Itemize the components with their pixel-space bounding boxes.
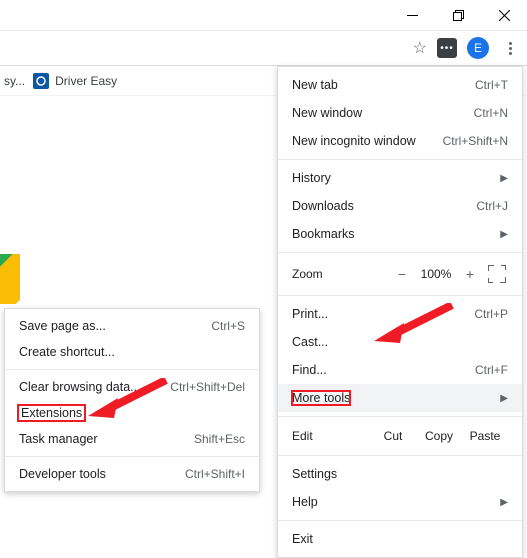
cut-button[interactable]: Cut	[370, 429, 416, 443]
menu-new-tab[interactable]: New tabCtrl+T	[278, 71, 522, 99]
menu-print[interactable]: Print...Ctrl+P	[278, 300, 522, 328]
annotation-highlight: More tools	[292, 391, 350, 405]
menu-bookmarks[interactable]: Bookmarks▶	[278, 220, 522, 248]
menu-find[interactable]: Find...Ctrl+F	[278, 356, 522, 384]
menu-edit-row: Edit Cut Copy Paste	[278, 421, 522, 451]
zoom-out-button[interactable]: −	[390, 266, 414, 282]
menu-separator	[278, 416, 522, 417]
browser-toolbar: ☆ ••• E	[0, 30, 527, 66]
zoom-value: 100%	[414, 267, 458, 281]
maximize-button[interactable]	[435, 0, 481, 30]
menu-separator	[5, 456, 259, 457]
more-tools-submenu: Save page as...Ctrl+S Create shortcut...…	[4, 308, 260, 492]
bookmark-star-icon[interactable]: ☆	[413, 38, 427, 58]
submenu-task-manager[interactable]: Task managerShift+Esc	[5, 426, 259, 452]
chrome-main-menu: New tabCtrl+T New windowCtrl+N New incog…	[277, 66, 523, 558]
profile-avatar[interactable]: E	[467, 37, 489, 59]
submenu-dev-tools[interactable]: Developer toolsCtrl+Shift+I	[5, 461, 259, 487]
menu-separator	[278, 295, 522, 296]
menu-exit[interactable]: Exit	[278, 525, 522, 553]
chevron-right-icon: ▶	[500, 497, 508, 508]
page-content-sliver	[0, 254, 20, 304]
chevron-right-icon: ▶	[500, 393, 508, 404]
paste-button[interactable]: Paste	[462, 429, 508, 443]
menu-separator	[278, 520, 522, 521]
menu-separator	[5, 369, 259, 370]
window-titlebar	[0, 0, 527, 30]
menu-button[interactable]	[499, 37, 521, 59]
bookmark-item-driver-easy[interactable]: Driver Easy	[33, 73, 117, 89]
fullscreen-icon[interactable]	[486, 263, 508, 285]
copy-button[interactable]: Copy	[416, 429, 462, 443]
submenu-save-page[interactable]: Save page as...Ctrl+S	[5, 313, 259, 339]
bookmark-label: Driver Easy	[55, 74, 117, 88]
menu-zoom-row: Zoom − 100% +	[278, 257, 522, 291]
submenu-extensions[interactable]: Extensions	[5, 400, 259, 426]
zoom-label: Zoom	[292, 267, 390, 281]
driver-easy-icon	[33, 73, 49, 89]
submenu-create-shortcut[interactable]: Create shortcut...	[5, 339, 259, 365]
menu-new-window[interactable]: New windowCtrl+N	[278, 99, 522, 127]
menu-cast[interactable]: Cast...	[278, 328, 522, 356]
menu-more-tools[interactable]: More tools ▶	[278, 384, 522, 412]
zoom-in-button[interactable]: +	[458, 266, 482, 282]
annotation-highlight: Extensions	[19, 406, 84, 420]
menu-incognito[interactable]: New incognito windowCtrl+Shift+N	[278, 127, 522, 155]
bookmark-item[interactable]: sy...	[4, 74, 25, 88]
extension-badge[interactable]: •••	[437, 38, 457, 58]
menu-separator	[278, 252, 522, 253]
menu-settings[interactable]: Settings	[278, 460, 522, 488]
chevron-right-icon: ▶	[500, 229, 508, 240]
chevron-right-icon: ▶	[500, 173, 508, 184]
edit-label: Edit	[292, 429, 370, 443]
menu-separator	[278, 159, 522, 160]
bookmark-label: sy...	[4, 74, 25, 88]
menu-history[interactable]: History▶	[278, 164, 522, 192]
minimize-button[interactable]	[389, 0, 435, 30]
menu-help[interactable]: Help▶	[278, 488, 522, 516]
menu-separator	[278, 455, 522, 456]
submenu-clear-data[interactable]: Clear browsing data...Ctrl+Shift+Del	[5, 374, 259, 400]
menu-downloads[interactable]: DownloadsCtrl+J	[278, 192, 522, 220]
close-button[interactable]	[481, 0, 527, 30]
